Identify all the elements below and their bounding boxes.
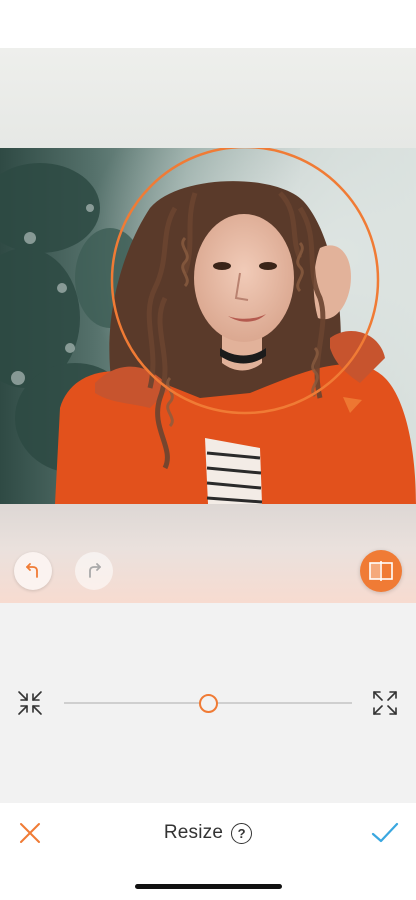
canvas-blur-top xyxy=(0,48,416,148)
canvas-blur-bottom xyxy=(0,504,416,603)
photo-illustration xyxy=(0,148,416,504)
redo-arrow-icon xyxy=(89,563,101,578)
photo[interactable] xyxy=(0,148,416,504)
tool-title: Resize xyxy=(163,822,224,843)
status-bar xyxy=(0,0,416,48)
photo-canvas[interactable] xyxy=(0,48,416,603)
bottom-action-bar: Resize ? xyxy=(0,803,416,900)
undo-button[interactable] xyxy=(14,552,52,590)
resize-slider-thumb[interactable] xyxy=(198,694,218,713)
home-indicator xyxy=(135,884,282,889)
compare-button[interactable] xyxy=(360,550,402,592)
undo-arrow-icon xyxy=(26,563,38,578)
tool-title-group: Resize ? xyxy=(0,819,416,847)
compare-split-icon xyxy=(369,561,393,581)
redo-button[interactable] xyxy=(75,552,113,590)
resize-controls-panel xyxy=(0,603,416,803)
help-icon[interactable]: ? xyxy=(231,822,253,844)
shrink-arrows-icon[interactable] xyxy=(16,689,44,717)
expand-arrows-icon[interactable] xyxy=(371,689,399,717)
confirm-button[interactable] xyxy=(370,819,400,847)
